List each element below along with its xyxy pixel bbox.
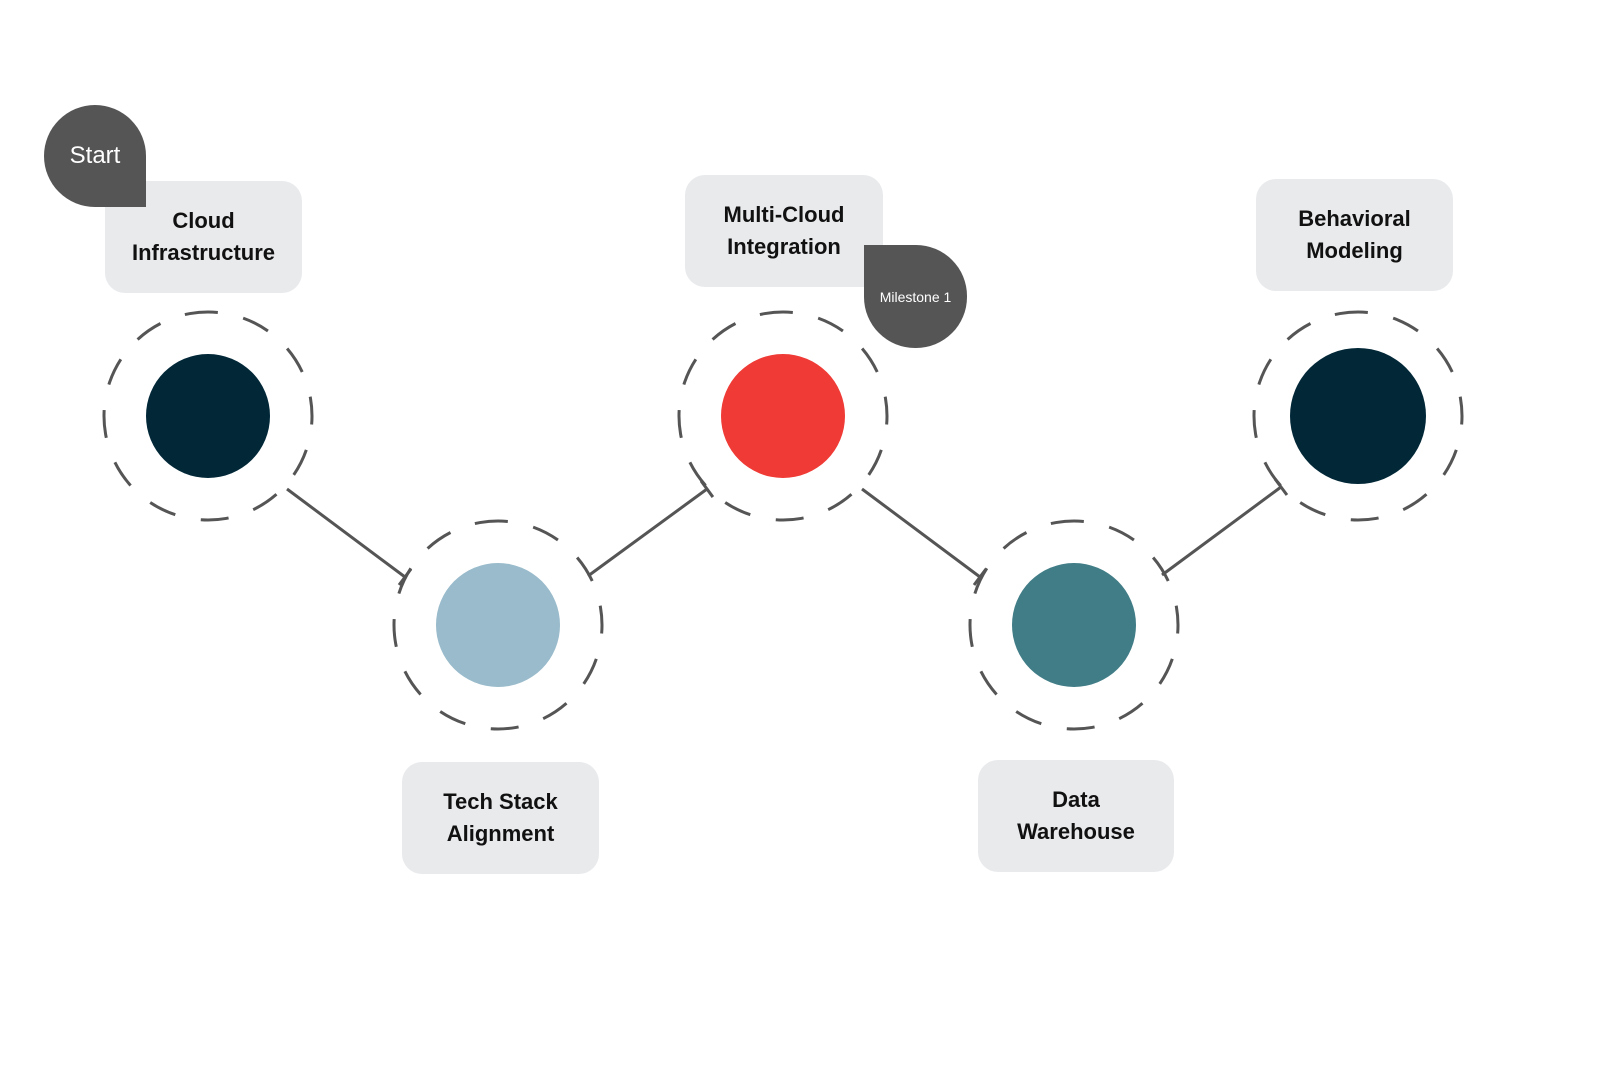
stage-label-line2: Infrastructure	[131, 240, 276, 265]
stage-node[interactable]	[146, 354, 270, 478]
stage-label-line1: Tech Stack	[443, 789, 558, 814]
stage-label-line1: Behavioral	[1298, 206, 1411, 231]
stage-label-line2: Integration	[727, 234, 841, 259]
roadmap-diagram	[102, 310, 1464, 731]
connector-line	[861, 487, 981, 579]
stage-label-line1: Cloud	[172, 208, 235, 233]
stage-node[interactable]	[436, 563, 560, 687]
connector-line	[1161, 485, 1282, 577]
stage-label-multi-cloud-integration: Multi-Cloud Integration	[685, 175, 883, 287]
milestone-badge: Milestone 1	[864, 245, 967, 348]
stage-label-behavioral-modeling: Behavioral Modeling	[1256, 179, 1453, 291]
stage-label-line1: Data	[1052, 787, 1100, 812]
stage-node[interactable]	[1012, 563, 1136, 687]
stage-label-line2: Alignment	[446, 821, 555, 846]
connector-line	[286, 487, 406, 579]
start-badge: Start	[44, 105, 146, 207]
stage-label-line2: Warehouse	[1017, 819, 1135, 844]
stage-label-line1: Multi-Cloud	[723, 202, 845, 227]
stage-label-tech-stack-alignment: Tech Stack Alignment	[402, 762, 599, 874]
stage-node[interactable]	[721, 354, 845, 478]
stage-label-line2: Modeling	[1306, 238, 1403, 263]
stage-node[interactable]	[1290, 348, 1426, 484]
stage-label-data-warehouse: Data Warehouse	[978, 760, 1174, 872]
connector-line	[587, 487, 708, 578]
